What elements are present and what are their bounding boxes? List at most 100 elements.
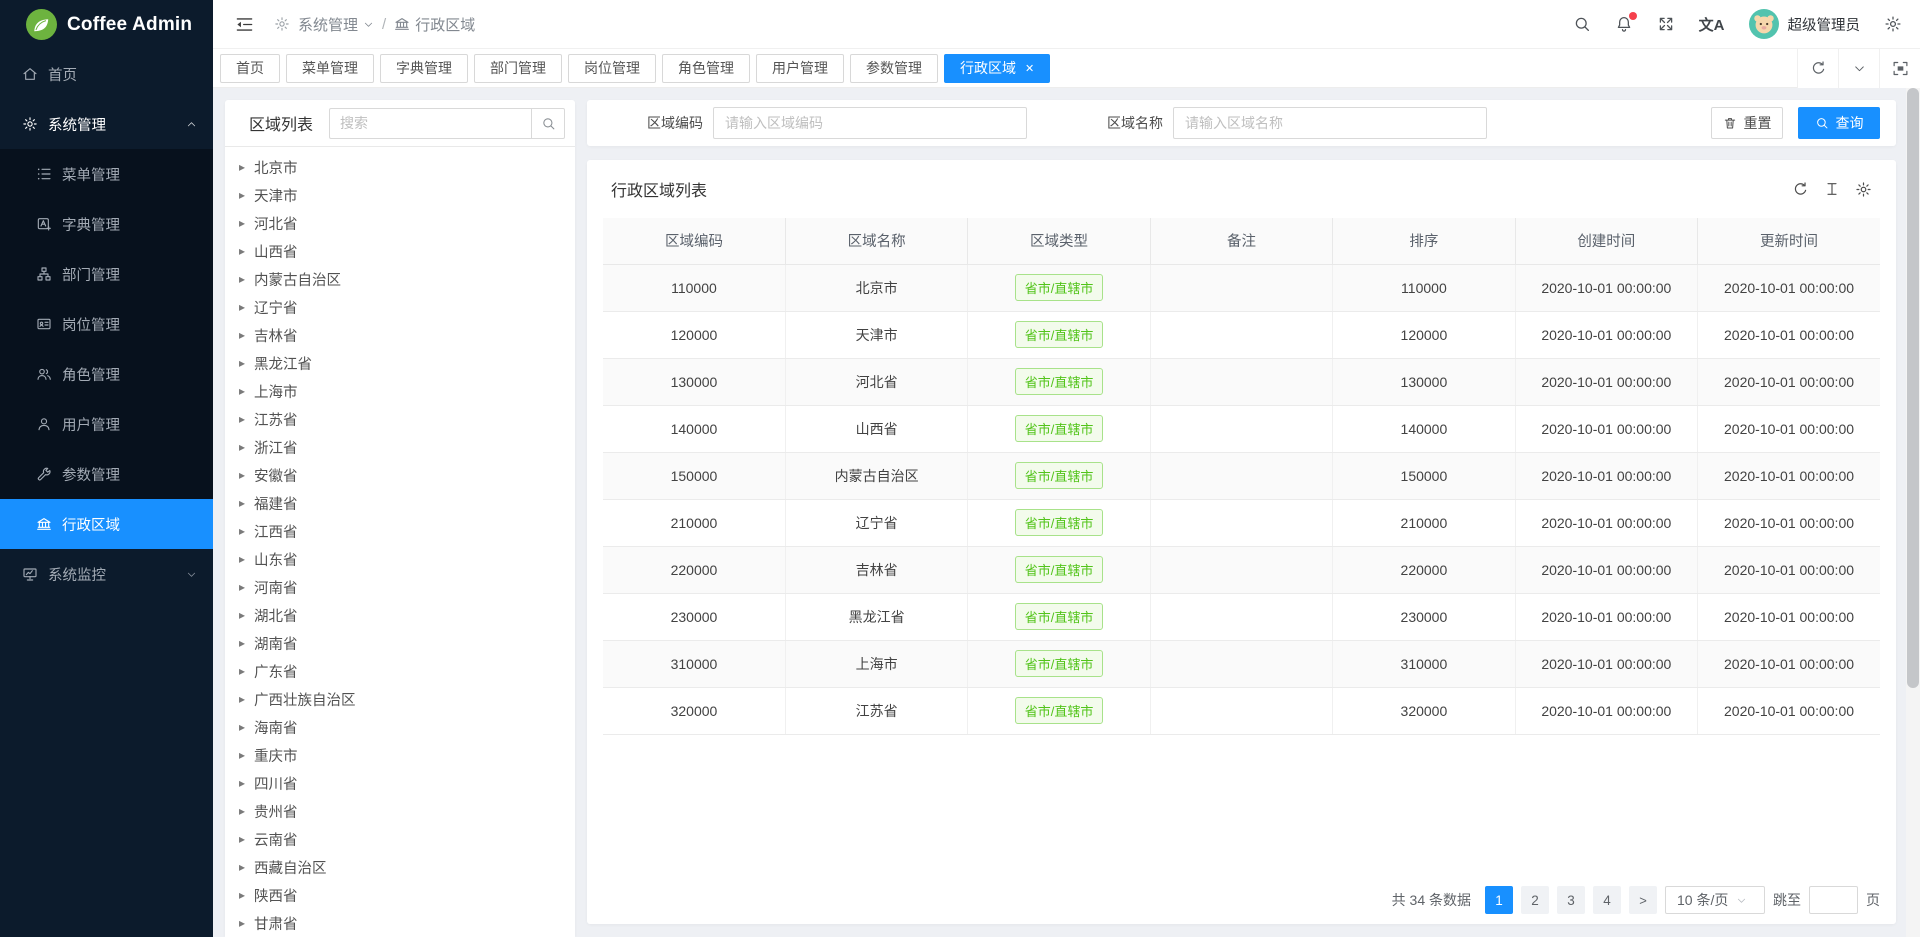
tree-node[interactable]: 上海市 [239, 377, 575, 405]
tree-node[interactable]: 吉林省 [239, 321, 575, 349]
page-tab[interactable]: 参数管理 [850, 54, 938, 83]
breadcrumb-page: 行政区域 [394, 14, 475, 35]
page-tab[interactable]: 字典管理 [380, 54, 468, 83]
refresh-icon[interactable] [1797, 49, 1838, 88]
tree-node[interactable]: 河北省 [239, 209, 575, 237]
menu-fold-icon[interactable] [235, 15, 254, 34]
chevron-down-icon[interactable] [1838, 49, 1879, 88]
maximize-icon[interactable] [1879, 49, 1920, 88]
tree-node[interactable]: 北京市 [239, 153, 575, 181]
bank-icon [36, 516, 52, 532]
tree-node[interactable]: 山西省 [239, 237, 575, 265]
cell-region-type: 省市/直辖市 [968, 499, 1150, 546]
tree-node[interactable]: 云南省 [239, 825, 575, 853]
tree-node[interactable]: 广东省 [239, 657, 575, 685]
monitor-icon [22, 566, 38, 582]
scrollbar-thumb[interactable] [1907, 88, 1919, 688]
tree-node[interactable]: 甘肃省 [239, 909, 575, 937]
tree-node[interactable]: 河南省 [239, 573, 575, 601]
tree-node[interactable]: 安徽省 [239, 461, 575, 489]
bell-icon[interactable] [1615, 15, 1633, 33]
refresh-icon[interactable] [1792, 181, 1809, 198]
cell-region-code: 210000 [603, 499, 785, 546]
translate-icon[interactable]: 文A [1699, 14, 1725, 35]
breadcrumb-group[interactable]: 系统管理 [298, 14, 374, 35]
pagination: 共 34 条数据 1234 > 10 条/页 跳至 页 [1392, 886, 1880, 914]
tree-node[interactable]: 辽宁省 [239, 293, 575, 321]
tree-search-button[interactable] [531, 108, 565, 139]
page-tab[interactable]: 菜单管理 [286, 54, 374, 83]
tab-close-icon[interactable] [1025, 62, 1034, 75]
table-row: 220000 吉林省 省市/直辖市 220000 2020-10-01 00:0… [603, 546, 1880, 593]
tree-node[interactable]: 黑龙江省 [239, 349, 575, 377]
settings-gear-icon[interactable] [1884, 15, 1902, 33]
user-menu[interactable]: 超级管理员 [1749, 9, 1861, 39]
tree-node[interactable]: 陕西省 [239, 881, 575, 909]
page-tab[interactable]: 岗位管理 [568, 54, 656, 83]
username: 超级管理员 [1788, 14, 1861, 35]
page-tab[interactable]: 首页 [220, 54, 280, 83]
jump-page-input[interactable] [1809, 886, 1858, 914]
tree-node[interactable]: 天津市 [239, 181, 575, 209]
tree-node[interactable]: 福建省 [239, 489, 575, 517]
sidebar-item-role-mgmt[interactable]: 角色管理 [0, 349, 213, 399]
tree-node[interactable]: 内蒙古自治区 [239, 265, 575, 293]
page-tab[interactable]: 角色管理 [662, 54, 750, 83]
column-settings-gear-icon[interactable] [1855, 181, 1872, 198]
region-table-card: 行政区域列表 区域编码区域名称区域类型备注排序创建时间更新时间 [587, 160, 1896, 924]
sidebar-item-region[interactable]: 行政区域 [0, 499, 213, 549]
page-button[interactable]: 1 [1485, 886, 1513, 914]
page-button[interactable]: 2 [1521, 886, 1549, 914]
next-page-button[interactable]: > [1629, 886, 1657, 914]
sidebar-item-user-mgmt[interactable]: 用户管理 [0, 399, 213, 449]
table-row: 150000 内蒙古自治区 省市/直辖市 150000 2020-10-01 0… [603, 452, 1880, 499]
tree-node[interactable]: 贵州省 [239, 797, 575, 825]
cell-created-time: 2020-10-01 00:00:00 [1515, 593, 1697, 640]
page-tab[interactable]: 用户管理 [756, 54, 844, 83]
cell-region-name: 吉林省 [785, 546, 967, 593]
sidebar-item-dept-mgmt[interactable]: 部门管理 [0, 249, 213, 299]
table-header-cell: 区域类型 [968, 218, 1150, 264]
tree-node[interactable]: 海南省 [239, 713, 575, 741]
tree-node[interactable]: 山东省 [239, 545, 575, 573]
reset-button[interactable]: 重置 [1711, 107, 1783, 139]
page-button[interactable]: 4 [1593, 886, 1621, 914]
sidebar-item-home[interactable]: 首页 [0, 49, 213, 99]
page-size-select[interactable]: 10 条/页 [1665, 886, 1765, 914]
region-tree-header: 区域列表 ⋮ [225, 100, 575, 147]
page-tab[interactable]: 部门管理 [474, 54, 562, 83]
filter-bar: 区域编码 区域名称 重置 查询 [587, 100, 1896, 146]
tree-node[interactable]: 广西壮族自治区 [239, 685, 575, 713]
code-input[interactable] [713, 107, 1027, 139]
tree-node[interactable]: 江西省 [239, 517, 575, 545]
name-input[interactable] [1173, 107, 1487, 139]
tree-node[interactable]: 浙江省 [239, 433, 575, 461]
fullscreen-icon[interactable] [1657, 15, 1675, 33]
more-actions-icon[interactable]: ⋮ [574, 113, 575, 133]
roles-icon [36, 366, 52, 382]
page-button[interactable]: 3 [1557, 886, 1585, 914]
page-buttons: 1234 [1485, 886, 1621, 914]
tree-node[interactable]: 重庆市 [239, 741, 575, 769]
search-icon[interactable] [1573, 15, 1591, 33]
sidebar-item-menu-mgmt[interactable]: 菜单管理 [0, 149, 213, 199]
page-tab[interactable]: 行政区域 [944, 54, 1050, 83]
total-count: 共 34 条数据 [1392, 890, 1471, 910]
tree-node[interactable]: 西藏自治区 [239, 853, 575, 881]
sidebar-item-system[interactable]: 系统管理 [0, 99, 213, 149]
sidebar-item-post-mgmt[interactable]: 岗位管理 [0, 299, 213, 349]
gear-icon [22, 116, 38, 132]
tree-node[interactable]: 四川省 [239, 769, 575, 797]
cell-region-type: 省市/直辖市 [968, 358, 1150, 405]
tree-search-input[interactable] [329, 108, 531, 139]
sidebar-item-monitor[interactable]: 系统监控 [0, 549, 213, 599]
tree-node[interactable]: 湖北省 [239, 601, 575, 629]
tree-node[interactable]: 江苏省 [239, 405, 575, 433]
query-button[interactable]: 查询 [1798, 107, 1880, 139]
sidebar-item-dict-mgmt[interactable]: 字典管理 [0, 199, 213, 249]
sidebar-item-param-mgmt[interactable]: 参数管理 [0, 449, 213, 499]
cell-updated-time: 2020-10-01 00:00:00 [1698, 546, 1880, 593]
jump-suffix: 页 [1866, 890, 1880, 910]
row-height-icon[interactable] [1824, 181, 1840, 198]
tree-node[interactable]: 湖南省 [239, 629, 575, 657]
